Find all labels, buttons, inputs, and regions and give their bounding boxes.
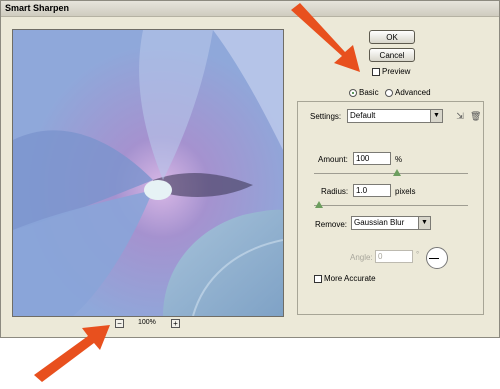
preview-checkbox[interactable] [372,68,380,76]
preview-image[interactable] [12,29,284,317]
angle-unit: ° [416,250,420,259]
radius-field[interactable]: 1.0 [353,184,391,197]
angle-label: Angle: [350,253,373,262]
radius-unit: pixels [395,187,416,196]
window-title: Smart Sharpen [5,3,70,13]
more-accurate-label: More Accurate [324,274,376,283]
amount-label: Amount: [318,155,348,164]
delete-settings-icon[interactable]: 🗑 [470,111,481,121]
radius-slider-thumb[interactable] [315,201,323,208]
basic-radio[interactable] [349,89,357,97]
amount-unit: % [395,155,403,164]
amount-slider-track[interactable] [314,173,468,174]
remove-value: Gaussian Blur [354,218,405,227]
ok-button[interactable]: OK [369,30,415,44]
zoom-out-button[interactable]: − [115,319,124,328]
zoom-level: 100% [138,319,156,326]
angle-dial [426,247,448,269]
chevron-down-icon: ▼ [430,110,442,122]
angle-field: 0 [375,250,413,263]
cancel-button[interactable]: Cancel [369,48,415,62]
basic-label: Basic [359,88,379,97]
radius-slider-track[interactable] [314,205,468,206]
minus-icon: − [117,319,122,328]
preview-label: Preview [382,67,411,76]
hydrangea-photo [13,30,283,316]
advanced-label: Advanced [395,88,431,97]
settings-value: Default [350,111,376,120]
amount-field[interactable]: 100 [353,152,391,165]
plus-icon: + [173,319,178,328]
radius-label: Radius: [321,187,349,196]
title-bar: Smart Sharpen [1,1,499,17]
more-accurate-checkbox[interactable] [314,275,322,283]
remove-label: Remove: [315,220,348,229]
smart-sharpen-dialog: Smart Sharpen − 100% + OK Cancel Preview… [0,0,500,338]
settings-select[interactable]: Default ▼ [347,109,443,123]
amount-slider-thumb[interactable] [393,169,401,176]
chevron-down-icon: ▼ [418,217,430,229]
settings-label: Settings: [310,112,342,121]
save-settings-icon[interactable]: ⇲ [455,111,465,121]
advanced-radio[interactable] [385,89,393,97]
remove-select[interactable]: Gaussian Blur ▼ [351,216,431,230]
zoom-in-button[interactable]: + [171,319,180,328]
